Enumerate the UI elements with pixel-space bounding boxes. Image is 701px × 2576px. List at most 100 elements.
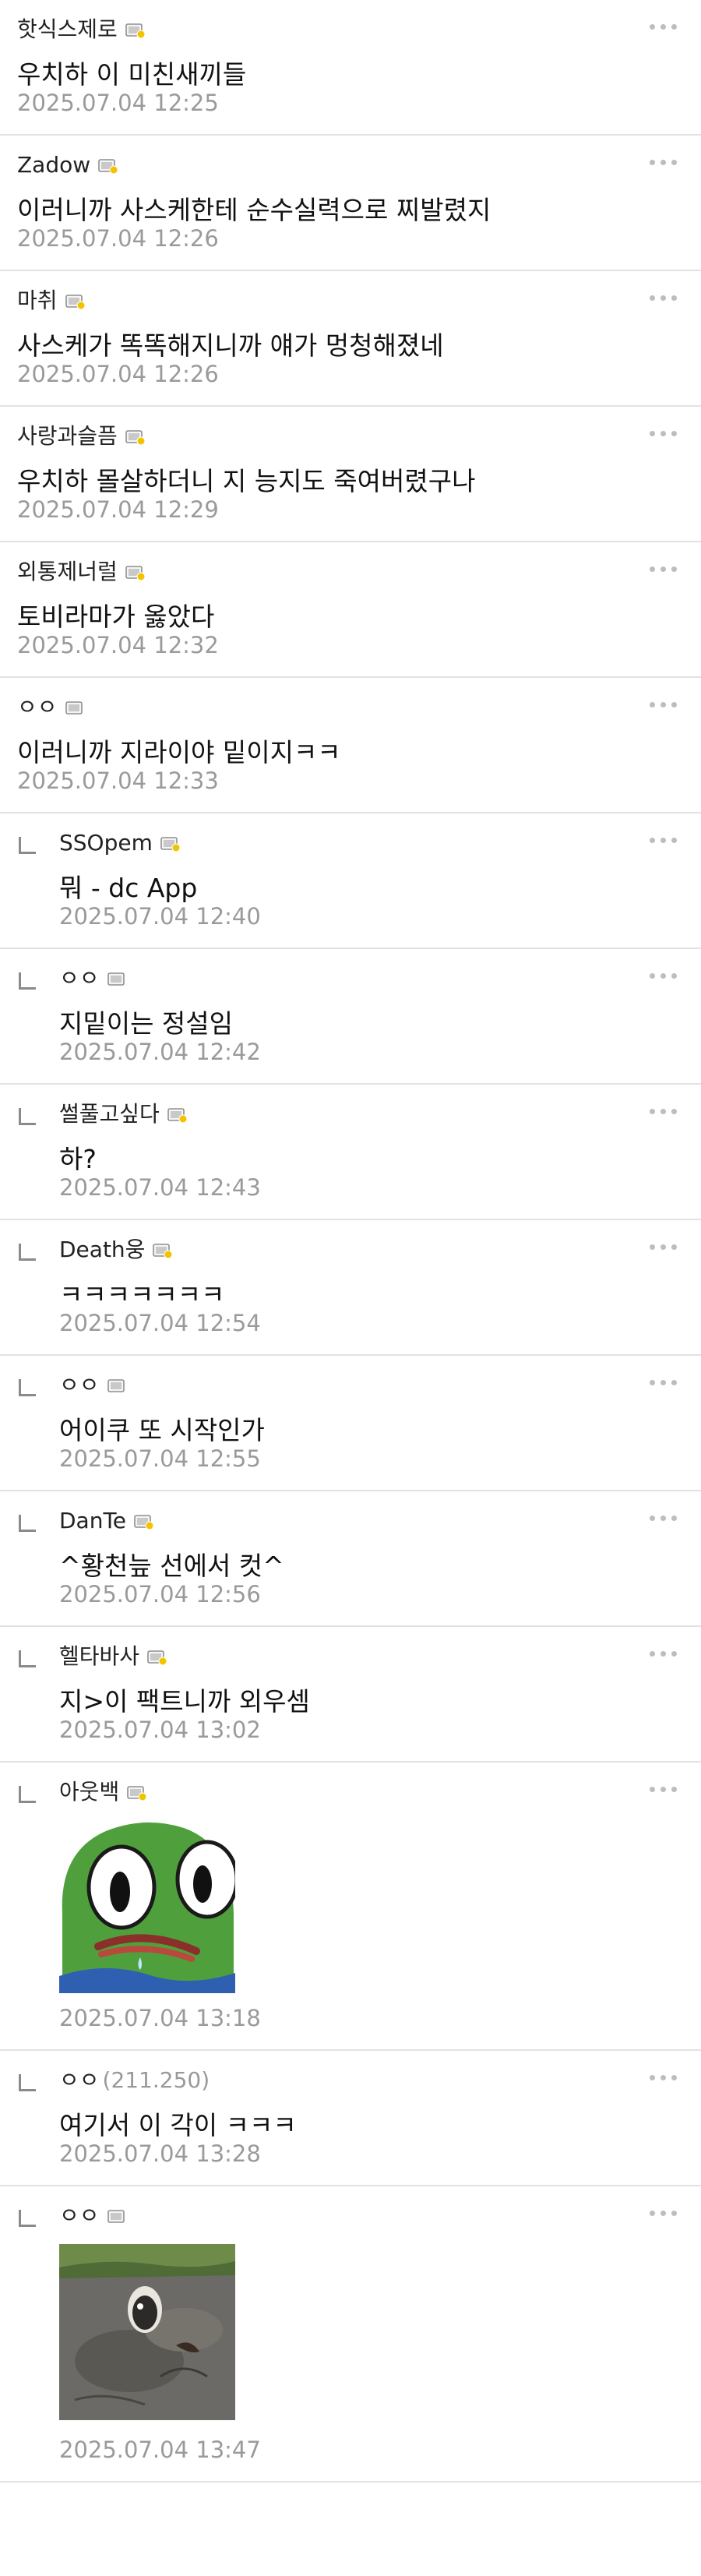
more-dots-icon[interactable]: [646, 1099, 681, 1122]
comment: ㅇㅇ 이러니까 지라이야 밑이지ㅋㅋ 2025.07.04 12:33: [0, 678, 701, 813]
comment-text: 어이쿠 또 시작인가: [59, 1415, 265, 1445]
comment-text: 지>이 팩트니까 외우셈: [59, 1686, 310, 1717]
comment-author[interactable]: ㅇㅇ (211.250): [59, 2066, 210, 2094]
more-dots-icon[interactable]: [646, 150, 681, 173]
comment-time: 2025.07.04 12:40: [59, 903, 261, 930]
member-badge-icon: [125, 565, 146, 580]
comment-text: 이러니까 사스케한테 순수실력으로 찌발렸지: [17, 195, 491, 225]
more-dots-icon[interactable]: [646, 1777, 681, 1800]
comment-author[interactable]: 외통제너럴: [17, 558, 146, 586]
reply-arrow-icon: [19, 972, 36, 990]
comment-time: 2025.07.04 12:56: [59, 1581, 261, 1607]
member-badge-icon: [107, 1378, 128, 1394]
author-ip: (211.250): [102, 2067, 210, 2093]
member-badge-icon: [125, 429, 146, 445]
reply-comment: ㅇㅇ 지밑이는 정설임 2025.07.04 12:42: [0, 949, 701, 1085]
comment-text: 하?: [59, 1144, 97, 1174]
reply-comment: Death웅 ㅋㅋㅋㅋㅋㅋㅋ 2025.07.04 12:54: [0, 1220, 701, 1356]
author-name: 썰풀고싶다: [59, 1101, 160, 1127]
comment-author[interactable]: 마취: [17, 287, 86, 315]
reply-comment: DanTe ^황천늪 선에서 컷^ 2025.07.04 12:56: [0, 1491, 701, 1627]
reply-comment: ㅇㅇ (211.250) 여기서 이 각이 ㅋㅋㅋ 2025.07.04 13:28: [0, 2051, 701, 2186]
comment-text: 여기서 이 각이 ㅋㅋㅋ: [59, 2110, 297, 2140]
reply-arrow-icon: [19, 1786, 36, 1803]
comment-author[interactable]: SSOpem: [59, 829, 181, 857]
more-dots-icon[interactable]: [646, 285, 681, 309]
more-dots-icon[interactable]: [646, 556, 681, 580]
more-dots-icon[interactable]: [646, 2065, 681, 2088]
comment-time: 2025.07.04 13:28: [59, 2140, 261, 2167]
author-name: 마취: [17, 288, 58, 313]
member-badge-icon: [125, 23, 146, 38]
more-dots-icon[interactable]: [646, 1641, 681, 1664]
comment-author[interactable]: 사랑과슬픔: [17, 422, 146, 450]
comment: 사랑과슬픔 우치하 몰살하더니 지 능지도 죽여버렸구나 2025.07.04 12…: [0, 407, 701, 542]
comment-text: 지밑이는 정설임: [59, 1008, 234, 1039]
member-badge-icon: [98, 158, 118, 174]
member-badge-icon: [65, 700, 86, 716]
comment-text: ㅋㅋㅋㅋㅋㅋㅋ: [59, 1279, 225, 1310]
more-dots-icon[interactable]: [646, 1505, 681, 1529]
member-badge-icon: [160, 836, 181, 852]
comment-time: 2025.07.04 12:32: [17, 632, 219, 658]
mud-animal-photo[interactable]: [59, 2244, 235, 2420]
author-name: 헬타바사: [59, 1643, 140, 1669]
more-dots-icon[interactable]: [646, 1370, 681, 1393]
comment-text: 우치하 이 미친새끼들: [17, 59, 247, 90]
reply-arrow-icon: [19, 837, 36, 854]
comment-author[interactable]: DanTe: [59, 1507, 154, 1535]
comment-list: 핫식스제로우치하 이 미친새끼들 2025.07.04 12:25 Zadow 이러니…: [0, 0, 701, 2482]
member-badge-icon: [127, 1785, 147, 1801]
reply-arrow-icon: [19, 2210, 36, 2227]
member-badge-icon: [147, 1650, 167, 1665]
comment-author[interactable]: ㅇㅇ: [59, 1371, 128, 1399]
reply-arrow-icon: [19, 1244, 36, 1261]
reply-comment: ㅇㅇ 어이쿠 또 시작인가 2025.07.04 12:55: [0, 1356, 701, 1491]
comment-author[interactable]: ㅇㅇ: [59, 2202, 128, 2230]
comment-text: 이러니까 지라이야 밑이지ㅋㅋ: [17, 737, 341, 768]
author-name: ㅇㅇ: [59, 965, 100, 991]
comment-author[interactable]: 헬타바사: [59, 1643, 167, 1671]
comment-author[interactable]: ㅇㅇ: [17, 693, 86, 722]
author-name: 아웃백: [59, 1779, 120, 1805]
author-name: ㅇㅇ: [59, 1372, 100, 1398]
reply-comment: 헬타바사 지>이 팩트니까 외우셈 2025.07.04 13:02: [0, 1627, 701, 1763]
author-name: Zadow: [17, 152, 91, 178]
more-dots-icon[interactable]: [646, 1234, 681, 1258]
comment-author[interactable]: Zadow: [17, 151, 118, 179]
comment-time: 2025.07.04 12:33: [17, 768, 219, 794]
comment-author[interactable]: 아웃백: [59, 1778, 147, 1806]
comment-time: 2025.07.04 12:55: [59, 1445, 261, 1472]
comment-author[interactable]: 핫식스제로: [17, 16, 146, 44]
reply-arrow-icon: [19, 2074, 36, 2091]
pepe-frog-sticker[interactable]: [59, 1820, 235, 1993]
reply-arrow-icon: [19, 1650, 36, 1667]
reply-arrow-icon: [19, 1379, 36, 1396]
more-dots-icon[interactable]: [646, 14, 681, 37]
more-dots-icon[interactable]: [646, 692, 681, 715]
comment-text: 토비라마가 옳았다: [17, 602, 215, 632]
reply-comment: 썰풀고싶다하? 2025.07.04 12:43: [0, 1085, 701, 1220]
comment-time: 2025.07.04 12:25: [17, 90, 219, 116]
comment-time: 2025.07.04 12:54: [59, 1310, 261, 1336]
comment: 핫식스제로우치하 이 미친새끼들 2025.07.04 12:25: [0, 0, 701, 136]
author-name: ㅇㅇ: [59, 2067, 100, 2093]
member-badge-icon: [107, 972, 128, 987]
comment-time: 2025.07.04 13:18: [59, 2005, 261, 2031]
more-dots-icon[interactable]: [646, 827, 681, 851]
comment-time: 2025.07.04 12:42: [59, 1039, 261, 1065]
comment-time: 2025.07.04 12:43: [59, 1174, 261, 1201]
reply-comment: ㅇㅇ 2025.07.04 13:47: [0, 2186, 701, 2482]
reply-arrow-icon: [19, 1108, 36, 1125]
more-dots-icon[interactable]: [646, 421, 681, 444]
comment-author[interactable]: ㅇㅇ: [59, 965, 128, 993]
comment-time: 2025.07.04 12:26: [17, 225, 219, 252]
comment-author[interactable]: Death웅: [59, 1236, 173, 1264]
comment: Zadow 이러니까 사스케한테 순수실력으로 찌발렸지 2025.07.04 12…: [0, 136, 701, 271]
comment-author[interactable]: 썰풀고싶다: [59, 1100, 188, 1128]
more-dots-icon[interactable]: [646, 2200, 681, 2224]
author-name: 핫식스제로: [17, 16, 118, 42]
comment-text: ^황천늪 선에서 컷^: [59, 1551, 284, 1581]
reply-comment: SSOpem 뭐 - dc App 2025.07.04 12:40: [0, 813, 701, 949]
more-dots-icon[interactable]: [646, 963, 681, 986]
